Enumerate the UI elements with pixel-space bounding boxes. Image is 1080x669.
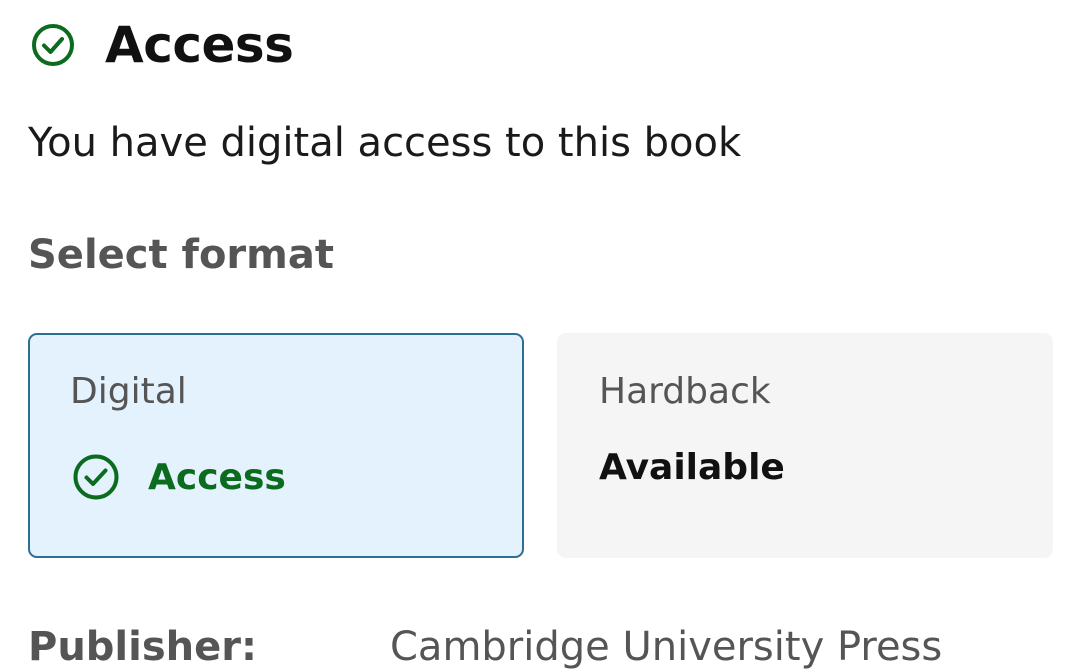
format-status-text-digital: Access — [148, 456, 286, 498]
format-status-digital: Access — [72, 453, 286, 501]
publisher-label: Publisher: — [28, 624, 257, 669]
access-header: Access — [31, 14, 294, 76]
format-name-digital: Digital — [70, 371, 187, 412]
check-circle-icon — [72, 453, 120, 501]
access-description: You have digital access to this book — [28, 120, 742, 166]
format-name-hardback: Hardback — [599, 371, 771, 412]
book-access-panel: Access You have digital access to this b… — [0, 0, 1080, 669]
format-option-digital[interactable]: Digital Access — [28, 333, 524, 558]
check-circle-icon — [31, 23, 75, 67]
select-format-label: Select format — [28, 232, 334, 278]
access-title: Access — [105, 16, 294, 74]
publisher-value: Cambridge University Press — [390, 624, 943, 669]
format-option-hardback[interactable]: Hardback Available — [557, 333, 1053, 558]
publisher-row: Publisher: Cambridge University Press — [28, 624, 942, 669]
format-status-hardback: Available — [599, 447, 785, 488]
